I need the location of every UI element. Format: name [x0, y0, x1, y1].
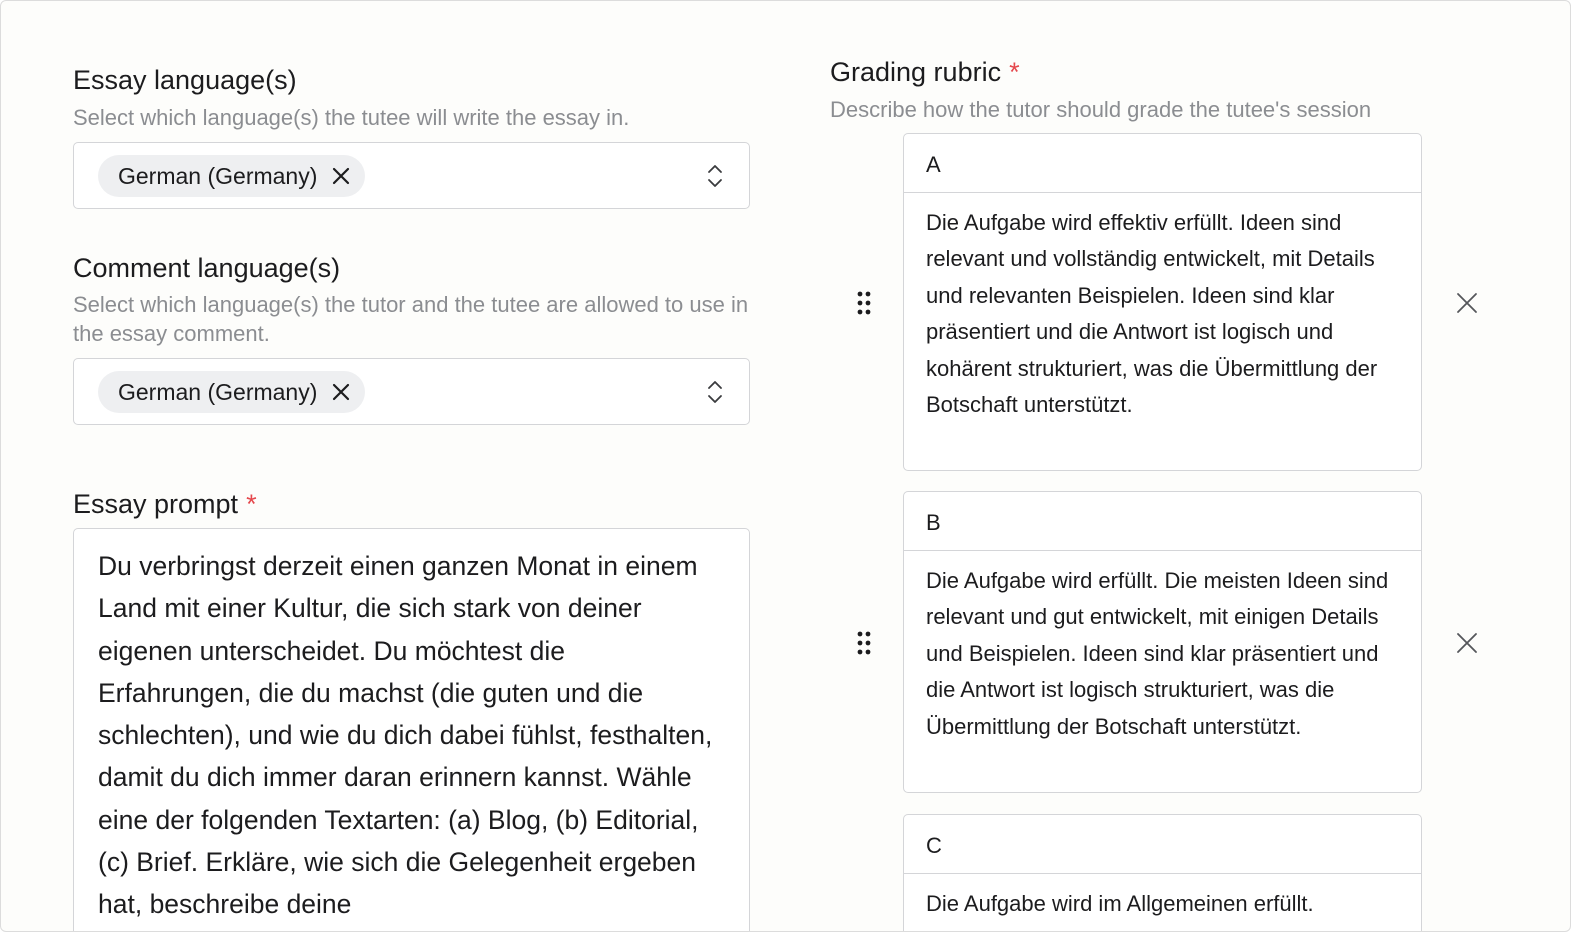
rubric-description-textarea[interactable]: Die Aufgabe wird effektiv erfüllt. Ideen… — [904, 193, 1421, 423]
essay-prompt-title: Essay prompt * — [73, 489, 257, 520]
drag-handle-icon[interactable] — [857, 291, 871, 315]
close-icon[interactable] — [1456, 292, 1478, 314]
rubric-description-textarea[interactable]: Die Aufgabe wird im Allgemeinen erfüllt. — [904, 874, 1421, 922]
rubric-card-b: B Die Aufgabe wird erfüllt. Die meisten … — [903, 491, 1422, 793]
chevron-up-down-icon[interactable] — [707, 379, 723, 405]
essay-prompt-label: Essay prompt — [73, 489, 239, 519]
rubric-grade-input[interactable]: C — [904, 815, 1421, 874]
close-icon[interactable] — [331, 166, 351, 186]
essay-prompt-textarea[interactable]: Du verbringst derzeit einen ganzen Monat… — [73, 528, 750, 931]
rubric-card-a: A Die Aufgabe wird effektiv erfüllt. Ide… — [903, 133, 1422, 471]
required-marker: * — [246, 489, 257, 519]
comment-language-help: Select which language(s) the tutor and t… — [73, 292, 749, 346]
essay-language-chip: German (Germany) — [98, 155, 366, 197]
close-icon[interactable] — [331, 382, 351, 402]
comment-language-select[interactable]: German (Germany) — [73, 358, 750, 425]
comment-language-title: Comment language(s) — [73, 253, 341, 283]
grading-rubric-help: Describe how the tutor should grade the … — [830, 97, 1372, 122]
drag-handle-icon[interactable] — [857, 631, 871, 655]
rubric-grade-input[interactable]: A — [904, 134, 1421, 193]
close-icon[interactable] — [1456, 632, 1478, 654]
comment-language-chip: German (Germany) — [98, 371, 366, 413]
essay-language-chip-label: German (Germany) — [118, 162, 318, 189]
rubric-description-textarea[interactable]: Die Aufgabe wird erfüllt. Die meisten Id… — [904, 551, 1421, 745]
grading-rubric-title: Grading rubric * — [830, 57, 1020, 88]
form-panel: Essay language(s) Select which language(… — [0, 0, 1571, 932]
chevron-up-down-icon[interactable] — [707, 163, 723, 189]
grading-rubric-label: Grading rubric — [830, 57, 1002, 87]
essay-language-help: Select which language(s) the tutee will … — [73, 105, 630, 130]
required-marker: * — [1009, 57, 1020, 87]
essay-language-select[interactable]: German (Germany) — [73, 142, 750, 209]
essay-language-title: Essay language(s) — [73, 65, 297, 95]
rubric-card-c: C Die Aufgabe wird im Allgemeinen erfüll… — [903, 814, 1422, 931]
comment-language-chip-label: German (Germany) — [118, 378, 318, 405]
rubric-grade-input[interactable]: B — [904, 492, 1421, 551]
